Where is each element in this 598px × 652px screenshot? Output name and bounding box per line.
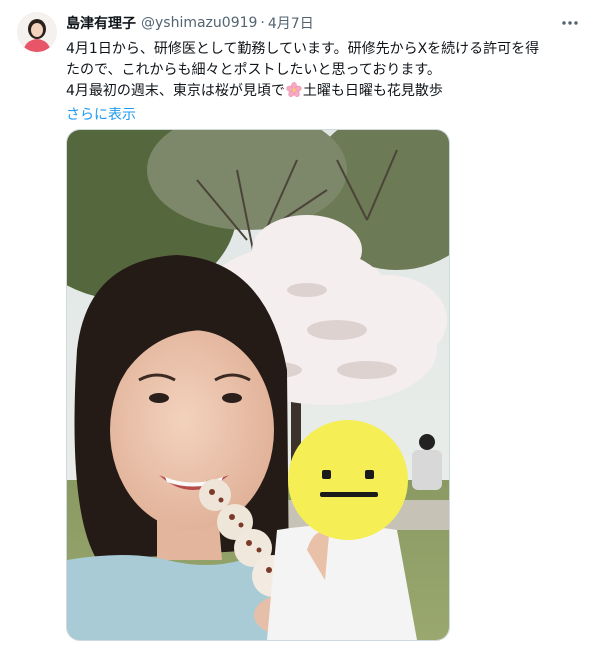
tweet-header: 島津有理子 @yshimazu0919 · 4月7日: [66, 13, 314, 33]
tweet-text-line-2: たので、これからも細々とポストしたいと思っております。: [66, 62, 441, 78]
tweet-text-line-3: 4月最初の週末、東京は桜が見頃で 土曜も日曜も花見散歩: [66, 81, 586, 105]
tweet[interactable]: 島津有理子 @yshimazu0919 · 4月7日 4月1日から、研修医として…: [0, 0, 598, 652]
show-more-link[interactable]: さらに表示: [66, 105, 586, 126]
tweet-text-line-3-start: 4月最初の週末、東京は桜が見頃で: [66, 83, 285, 99]
cherry-blossom-icon: [286, 82, 302, 105]
avatar[interactable]: [17, 12, 57, 52]
author-handle[interactable]: @yshimazu0919: [141, 15, 257, 31]
separator-dot: ·: [260, 15, 265, 31]
photo-image: [67, 130, 449, 640]
more-horizontal-icon[interactable]: [558, 13, 582, 33]
tweet-text-line-3-end: 土曜も日曜も花見散歩: [302, 83, 443, 99]
tweet-text: 4月1日から、研修医として勤務しています。研修先からXを続ける許可を得 たので、…: [66, 39, 586, 126]
author-name[interactable]: 島津有理子: [66, 13, 136, 33]
tweet-photo[interactable]: [66, 129, 450, 641]
tweet-text-line-1: 4月1日から、研修医として勤務しています。研修先からXを続ける許可を得: [66, 41, 540, 57]
tweet-date[interactable]: 4月7日: [268, 13, 314, 33]
avatar-image: [17, 12, 57, 52]
smiley-sticker: [288, 420, 408, 540]
